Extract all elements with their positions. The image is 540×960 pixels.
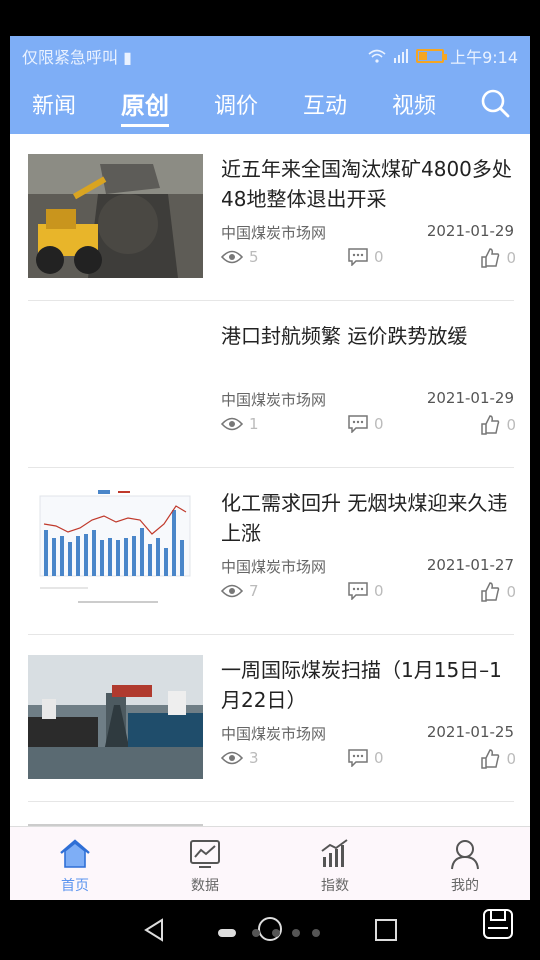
- bottom-tab-index[interactable]: 指数: [270, 827, 400, 900]
- comments-value: 0: [374, 415, 384, 433]
- article-date: 2021-01-29: [426, 222, 514, 240]
- article-title[interactable]: 化工需求回升 无烟块煤迎来久违上涨: [221, 488, 516, 548]
- article-thumbnail-chart: [28, 488, 203, 612]
- bottom-tab-index-label: 指数: [321, 878, 349, 894]
- system-nav-bar: [0, 900, 540, 960]
- tab-price-adjust[interactable]: 调价: [214, 88, 258, 120]
- article-item[interactable]: 近五年来全国淘汰煤矿4800多处48地整体退出开采 中国煤炭市场网 2021-0…: [28, 134, 516, 301]
- status-left: 仅限紧急呼叫 ▮: [22, 44, 132, 68]
- likes-value: 0: [506, 750, 516, 768]
- article-meta: 7 0 0: [221, 582, 516, 606]
- comment-icon: [348, 415, 368, 433]
- views-count: 1: [221, 415, 259, 433]
- chart-monitor-icon: [190, 840, 220, 868]
- index-chart-icon: [321, 839, 348, 867]
- article-title[interactable]: 港口封航频繁 运价跌势放缓: [221, 321, 516, 351]
- bottom-tab-mine-label: 我的: [451, 878, 479, 894]
- thumbs-up-icon: [481, 749, 500, 769]
- emergency-call-text: 仅限紧急呼叫: [22, 48, 119, 67]
- bottom-tab-home[interactable]: 首页: [10, 827, 140, 900]
- top-nav: 新闻 原创 调价 互动 视频: [10, 72, 530, 134]
- comments-count[interactable]: 0: [348, 582, 384, 600]
- tab-interaction[interactable]: 互动: [303, 88, 347, 120]
- article-source: 中国煤炭市场网: [221, 391, 327, 409]
- article-title[interactable]: 近五年来全国淘汰煤矿4800多处48地整体退出开采: [221, 154, 516, 214]
- eye-icon: [221, 584, 243, 598]
- likes-count[interactable]: 0: [480, 248, 516, 268]
- comments-value: 0: [374, 749, 384, 767]
- likes-count[interactable]: 0: [480, 582, 516, 602]
- thumbs-up-icon: [481, 248, 500, 268]
- eye-icon: [221, 417, 243, 431]
- views-value: 5: [249, 248, 259, 266]
- article-thumbnail-loader: [28, 154, 203, 278]
- likes-count[interactable]: 0: [480, 749, 516, 769]
- status-time: 上午9:14: [450, 48, 518, 67]
- views-count: 5: [221, 248, 259, 266]
- article-date: 2021-01-25: [426, 723, 514, 741]
- article-source: 中国煤炭市场网: [221, 725, 327, 743]
- wifi-icon: [368, 49, 386, 63]
- comments-count[interactable]: 0: [348, 248, 384, 266]
- app-screen: 仅限紧急呼叫 ▮ 上午9:14 新闻 原创 调价 互动 视频 近五年来全国淘汰煤…: [10, 36, 530, 900]
- comments-value: 0: [374, 582, 384, 600]
- home-icon: [60, 839, 90, 868]
- article-meta: 1 0 0: [221, 415, 516, 439]
- article-title[interactable]: 一周国际煤炭扫描（1月15日–1月22日）: [221, 655, 516, 715]
- likes-value: 0: [506, 583, 516, 601]
- comments-count[interactable]: 0: [348, 415, 384, 433]
- battery-icon: [416, 49, 448, 63]
- thumbs-up-icon: [481, 582, 500, 602]
- comment-icon: [348, 749, 368, 767]
- comment-icon: [348, 582, 368, 600]
- eye-icon: [221, 250, 243, 264]
- views-value: 1: [249, 415, 259, 433]
- sim-icon: ▮: [123, 48, 132, 67]
- article-item[interactable]: 一周国际煤炭扫描（1月15日–1月22日） 中国煤炭市场网 2021-01-25…: [28, 635, 516, 802]
- floating-keyboard-icon[interactable]: [482, 908, 514, 940]
- article-source: 中国煤炭市场网: [221, 558, 327, 576]
- bottom-tab-bar: 首页 数据 指数 我的: [10, 826, 530, 900]
- bottom-tab-data-label: 数据: [191, 878, 219, 894]
- comments-value: 0: [374, 248, 384, 266]
- article-thumbnail-empty: [28, 321, 203, 445]
- likes-value: 0: [506, 249, 516, 267]
- status-right: 上午9:14: [368, 44, 518, 68]
- bottom-tab-home-label: 首页: [61, 878, 89, 894]
- views-value: 3: [249, 749, 259, 767]
- bottom-tab-mine[interactable]: 我的: [400, 827, 530, 900]
- comments-count[interactable]: 0: [348, 749, 384, 767]
- article-item[interactable]: 港口封航频繁 运价跌势放缓 中国煤炭市场网 2021-01-29 1 0 0: [28, 301, 516, 468]
- article-meta: 5 0 0: [221, 248, 516, 272]
- article-date: 2021-01-29: [426, 389, 514, 407]
- bottom-tab-data[interactable]: 数据: [140, 827, 270, 900]
- user-icon: [451, 840, 479, 870]
- likes-count[interactable]: 0: [480, 415, 516, 435]
- signal-icon: [394, 49, 409, 63]
- views-value: 7: [249, 582, 259, 600]
- article-thumbnail-port: [28, 655, 203, 779]
- article-date: 2021-01-27: [426, 556, 514, 574]
- views-count: 3: [221, 749, 259, 767]
- likes-value: 0: [506, 416, 516, 434]
- comment-icon: [348, 248, 368, 266]
- tab-original[interactable]: 原创: [121, 86, 169, 127]
- page-indicator-dots: [218, 929, 320, 937]
- back-icon[interactable]: [142, 918, 166, 942]
- eye-icon: [221, 751, 243, 765]
- views-count: 7: [221, 582, 259, 600]
- article-list: 近五年来全国淘汰煤矿4800多处48地整体退出开采 中国煤炭市场网 2021-0…: [10, 134, 530, 826]
- recents-icon[interactable]: [374, 918, 398, 942]
- article-source: 中国煤炭市场网: [221, 224, 327, 242]
- status-bar: 仅限紧急呼叫 ▮ 上午9:14: [10, 36, 530, 72]
- search-icon[interactable]: [480, 88, 510, 118]
- tab-news[interactable]: 新闻: [32, 88, 76, 120]
- tab-video[interactable]: 视频: [392, 88, 436, 120]
- article-item[interactable]: 化工需求回升 无烟块煤迎来久违上涨 中国煤炭市场网 2021-01-27 7 0…: [28, 468, 516, 635]
- article-meta: 3 0 0: [221, 749, 516, 773]
- thumbs-up-icon: [481, 415, 500, 435]
